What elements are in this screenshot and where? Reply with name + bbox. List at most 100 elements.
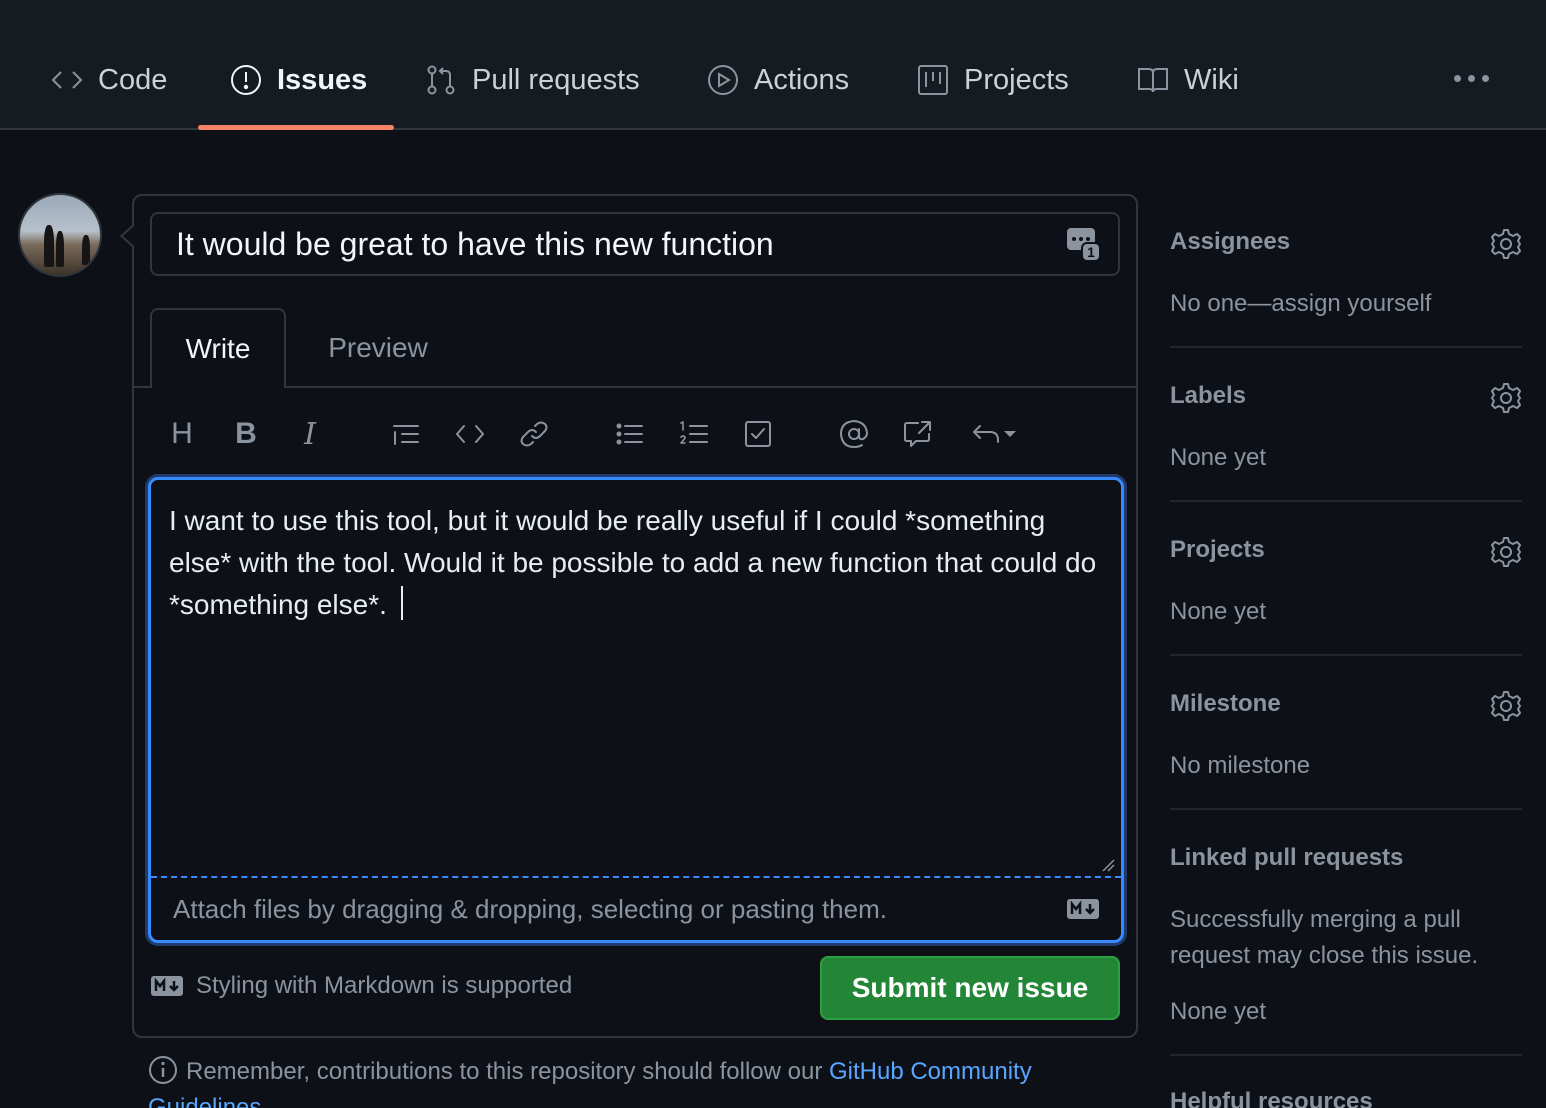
- kebab-dot-icon: [1454, 74, 1461, 82]
- cross-reference-button[interactable]: [898, 414, 938, 454]
- markdown-icon: [1067, 899, 1099, 919]
- sidebar-divider: [1170, 1054, 1522, 1056]
- submit-label: Submit new issue: [851, 972, 1089, 1003]
- quote-button[interactable]: [386, 414, 426, 454]
- contribution-reminder: Remember, contributions to this reposito…: [148, 1054, 1128, 1108]
- gear-icon[interactable]: [1490, 536, 1522, 568]
- chevron-down-icon: [1004, 431, 1016, 437]
- tab-actions[interactable]: Actions: [706, 56, 849, 104]
- code-button[interactable]: [450, 414, 490, 454]
- gear-icon[interactable]: [1490, 382, 1522, 414]
- unordered-list-button[interactable]: [610, 414, 650, 454]
- kebab-dot-icon: [1482, 74, 1489, 82]
- gear-icon[interactable]: [1490, 228, 1522, 260]
- sidebar-divider: [1170, 808, 1522, 810]
- gear-icon[interactable]: [1490, 690, 1522, 722]
- saved-replies-count: 1: [1087, 244, 1095, 260]
- saved-replies-badge-icon[interactable]: 1: [1066, 226, 1102, 262]
- project-board-icon: [918, 65, 948, 95]
- text-caret: [400, 586, 403, 620]
- milestone-title[interactable]: Milestone: [1170, 690, 1522, 718]
- assignees-title[interactable]: Assignees: [1170, 228, 1522, 256]
- helpful-resources-title: Helpful resources: [1170, 1088, 1373, 1108]
- tab-write[interactable]: Write: [150, 308, 286, 388]
- issue-body-text: I want to use this tool, but it would be…: [169, 500, 1109, 626]
- bold-button[interactable]: B: [226, 414, 266, 454]
- assign-yourself-link[interactable]: No one—assign yourself: [1170, 286, 1522, 322]
- sidebar-milestone: Milestone No milestone: [1170, 690, 1522, 784]
- attach-files-hint[interactable]: Attach files by dragging & dropping, sel…: [173, 894, 887, 925]
- attach-divider: [151, 876, 1121, 878]
- labels-title[interactable]: Labels: [1170, 382, 1522, 410]
- tab-wiki[interactable]: Wiki: [1136, 56, 1239, 104]
- play-icon: [708, 65, 738, 95]
- tab-pull-requests-label: Pull requests: [472, 63, 640, 96]
- tab-pull-requests[interactable]: Pull requests: [424, 56, 640, 104]
- resize-handle-icon[interactable]: [1101, 858, 1115, 872]
- issue-title-value: It would be great to have this new funct…: [176, 225, 774, 262]
- markdown-supported-hint[interactable]: Styling with Markdown is supported: [150, 972, 572, 1000]
- ordered-list-button[interactable]: [674, 414, 714, 454]
- git-pull-request-icon: [427, 65, 455, 95]
- italic-button[interactable]: I: [290, 414, 330, 454]
- mention-button[interactable]: [834, 414, 874, 454]
- tab-preview-label: Preview: [328, 332, 428, 363]
- tab-actions-label: Actions: [754, 63, 850, 96]
- issue-body-value: I want to use this tool, but it would be…: [169, 505, 1097, 620]
- link-icon: [520, 421, 548, 447]
- link-button[interactable]: [514, 414, 554, 454]
- more-tabs-button[interactable]: [1454, 66, 1494, 90]
- heading-icon: H: [171, 417, 193, 450]
- reminder-text: Remember, contributions to this reposito…: [186, 1058, 829, 1085]
- heading-button[interactable]: H: [162, 414, 202, 454]
- sidebar-divider: [1170, 654, 1522, 656]
- avatar-figure: [56, 231, 64, 267]
- reply-button[interactable]: [962, 414, 1026, 454]
- cross-reference-icon: [904, 421, 931, 447]
- avatar[interactable]: [18, 193, 102, 277]
- sidebar-helpful-resources: Helpful resources: [1170, 1088, 1522, 1108]
- tab-projects-label: Projects: [964, 63, 1069, 96]
- tasklist-button[interactable]: [738, 414, 778, 454]
- code-icon: [51, 71, 83, 89]
- avatar-figure: [44, 225, 54, 267]
- avatar-figure: [82, 235, 90, 265]
- tasklist-icon: [745, 421, 771, 447]
- info-icon: [149, 1056, 177, 1084]
- bold-icon: B: [235, 417, 257, 450]
- code-icon: [456, 425, 484, 443]
- speech-pointer-inner: [123, 226, 134, 246]
- sidebar-assignees: Assignees No one—assign yourself: [1170, 228, 1522, 322]
- sidebar-labels: Labels None yet: [1170, 382, 1522, 476]
- book-icon: [1138, 68, 1168, 93]
- tab-write-label: Write: [185, 333, 251, 364]
- markdown-hint-text: Styling with Markdown is supported: [196, 972, 573, 999]
- sidebar-divider: [1170, 500, 1522, 502]
- italic-icon: I: [304, 416, 316, 452]
- sidebar-linked-prs: Linked pull requests Successfully mergin…: [1170, 844, 1522, 1030]
- sidebar-projects: Projects None yet: [1170, 536, 1522, 630]
- tab-issues[interactable]: Issues: [229, 56, 367, 104]
- submit-new-issue-button[interactable]: Submit new issue: [820, 956, 1120, 1020]
- tab-issues-label: Issues: [277, 63, 368, 96]
- issue-title-input[interactable]: It would be great to have this new funct…: [150, 212, 1120, 276]
- repo-nav: Code Issues Pull requests Actions Projec…: [0, 0, 1546, 130]
- tab-preview[interactable]: Preview: [310, 308, 446, 388]
- kebab-dot-icon: [1468, 74, 1475, 82]
- linked-prs-value: None yet: [1170, 998, 1267, 1025]
- tab-wiki-label: Wiki: [1184, 63, 1239, 96]
- tab-projects[interactable]: Projects: [916, 56, 1069, 104]
- issue-opened-icon: [231, 65, 261, 95]
- markdown-icon: [151, 976, 183, 996]
- ordered-list-icon: [680, 421, 708, 444]
- reminder-end: .: [261, 1094, 269, 1108]
- linked-prs-title: Linked pull requests: [1170, 844, 1404, 871]
- projects-value: None yet: [1170, 598, 1267, 625]
- projects-title[interactable]: Projects: [1170, 536, 1522, 564]
- tab-code[interactable]: Code: [50, 56, 167, 104]
- sidebar-divider: [1170, 346, 1522, 348]
- issue-body-textarea[interactable]: I want to use this tool, but it would be…: [148, 477, 1124, 943]
- linked-prs-description: Successfully merging a pull request may …: [1170, 906, 1479, 969]
- mention-icon: [840, 420, 868, 448]
- labels-value: None yet: [1170, 444, 1267, 471]
